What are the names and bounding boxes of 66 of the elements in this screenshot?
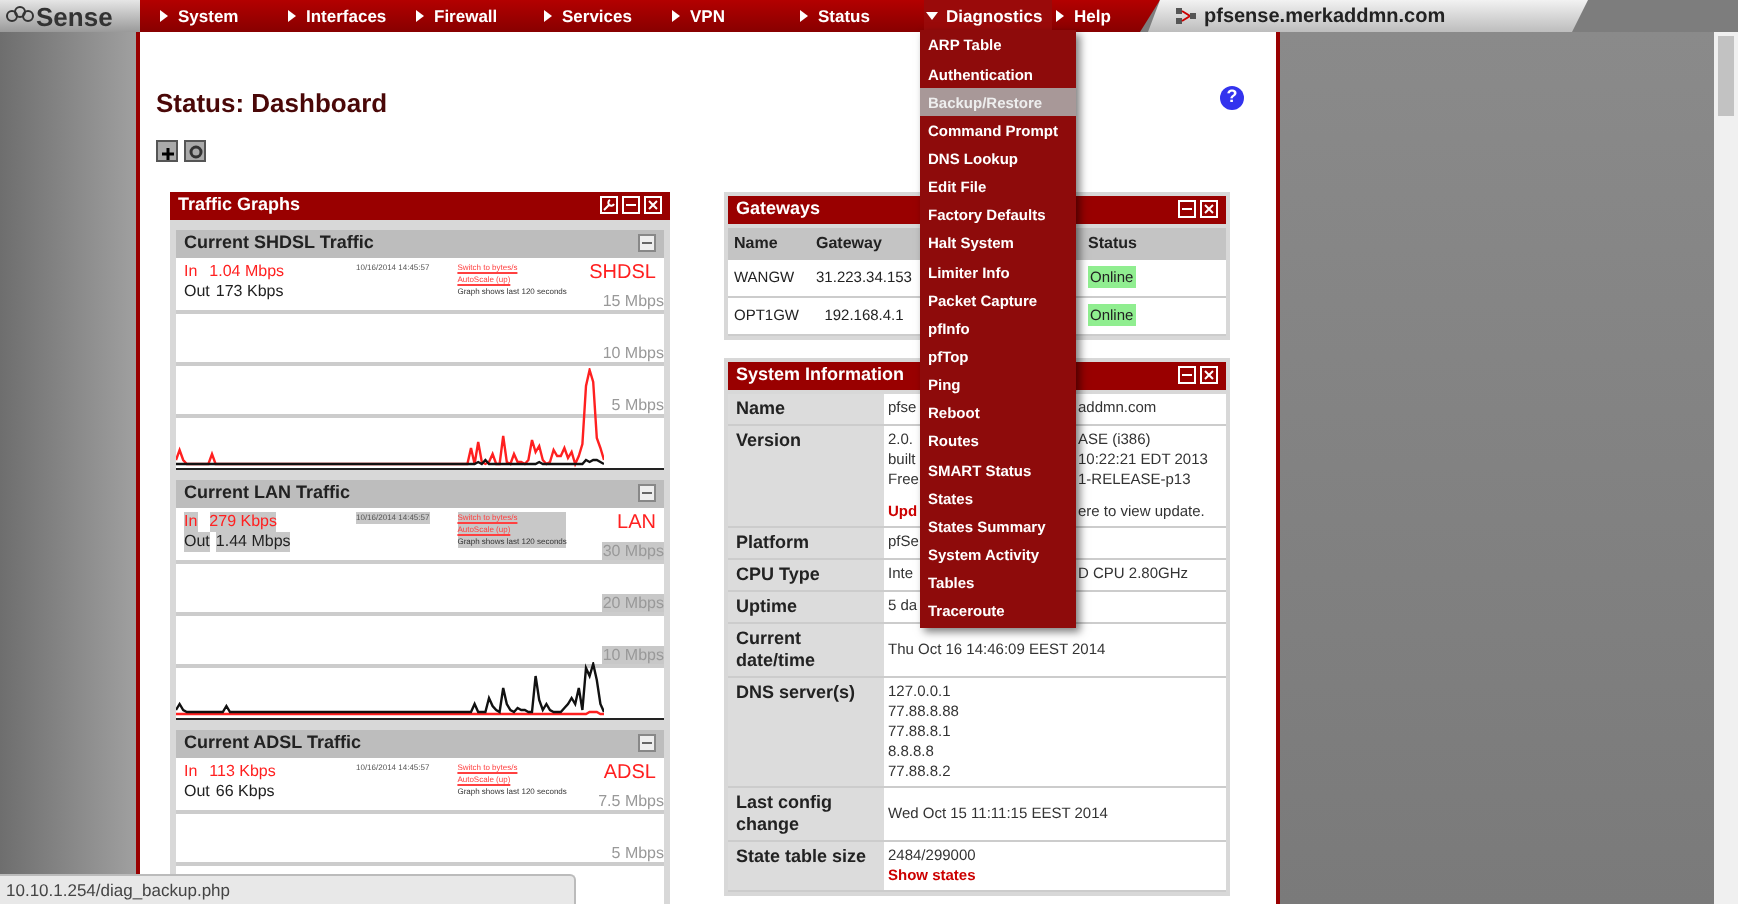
row-label: DNS server(s)	[728, 677, 884, 785]
row-label: State table size	[728, 841, 884, 889]
out-label: Out	[184, 531, 210, 551]
minimize-icon[interactable]	[638, 234, 656, 252]
panel-title: Current ADSL Traffic	[184, 729, 362, 756]
menu-item[interactable]: Firewall	[412, 0, 540, 32]
logo[interactable]: Sense	[0, 0, 140, 32]
in-rate: 1.04 Mbps	[209, 261, 285, 281]
column-header: Gateway	[814, 231, 884, 255]
menu-item[interactable]: Services	[540, 0, 668, 32]
caret-down-icon	[926, 10, 938, 22]
caret-right-icon	[158, 10, 170, 22]
in-rate: 113 Kbps	[209, 761, 276, 781]
row-label: Platform	[728, 527, 884, 557]
caret-right-icon	[286, 10, 298, 22]
row-label: Uptime	[728, 591, 884, 621]
widget-header: Traffic Graphs	[170, 191, 670, 219]
hostname: pfsense.merkaddmn.com	[1204, 3, 1446, 31]
caret-right-icon	[1054, 10, 1066, 22]
status-bar: 10.10.1.254/diag_backup.php	[0, 874, 576, 904]
in-rate: 279 Kbps	[209, 511, 277, 531]
row-label: Last config change	[728, 787, 884, 839]
out-label: Out	[184, 781, 210, 801]
scale-label: 15 Mbps	[602, 291, 664, 309]
panel-title: Current LAN Traffic	[184, 479, 351, 506]
page-title: Status: Dashboard	[156, 86, 388, 122]
settings-icon[interactable]	[184, 139, 208, 161]
in-label: In	[184, 511, 198, 531]
menu-item[interactable]: Interfaces	[284, 0, 412, 32]
panel-title: Current SHDSL Traffic	[184, 229, 374, 256]
scale-label: 5 Mbps	[611, 843, 664, 861]
help-icon[interactable]: ?	[1220, 86, 1244, 110]
add-widget-icon[interactable]	[156, 139, 180, 161]
menu-item[interactable]: System	[156, 0, 284, 32]
in-label: In	[184, 761, 198, 781]
menu-item[interactable]: Status	[796, 0, 924, 32]
minimize-icon[interactable]	[638, 484, 656, 502]
scrollbar[interactable]	[1714, 32, 1738, 904]
scale-label: 10 Mbps	[602, 343, 664, 361]
row-label: CPU Type	[728, 559, 884, 589]
wrench-icon[interactable]	[600, 196, 618, 214]
out-rate: 66 Kbps	[215, 781, 275, 801]
caret-right-icon	[798, 10, 810, 22]
scale-label: 7.5 Mbps	[598, 791, 664, 809]
menu-item[interactable]: VPN	[668, 0, 796, 32]
row-label: Current date/time	[728, 623, 884, 675]
out-label: Out	[184, 281, 210, 301]
interface-name: LAN	[617, 511, 656, 537]
logo-icon	[6, 6, 34, 26]
column-header: Status	[1086, 231, 1137, 255]
out-rate: 1.44 Mbps	[215, 531, 291, 551]
row-label: Name	[728, 393, 884, 423]
close-icon[interactable]	[644, 196, 662, 214]
caret-right-icon	[414, 10, 426, 22]
column-header: Name	[732, 231, 780, 255]
caret-right-icon	[542, 10, 554, 22]
scale-label: 5 Mbps	[611, 395, 664, 413]
menu-item[interactable]: Diagnostics	[924, 0, 1052, 32]
in-label: In	[184, 261, 198, 281]
out-rate: 173 Kbps	[215, 281, 284, 301]
network-icon	[1176, 6, 1196, 26]
row-label: Version	[728, 425, 884, 525]
minimize-icon[interactable]	[638, 734, 656, 752]
caret-right-icon	[670, 10, 682, 22]
close-icon[interactable]	[1200, 200, 1218, 218]
close-icon[interactable]	[1200, 366, 1218, 384]
